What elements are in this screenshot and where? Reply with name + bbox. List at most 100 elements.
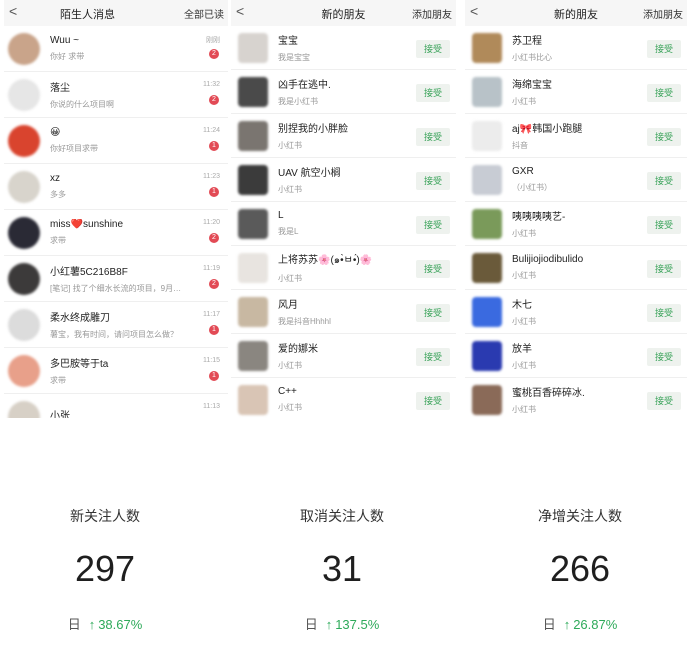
- avatar: [238, 296, 268, 327]
- unread-badge: 2: [209, 233, 219, 243]
- mark-all-read-button[interactable]: 全部已读: [184, 6, 224, 21]
- add-friend-button[interactable]: 添加朋友: [412, 6, 452, 21]
- accept-button[interactable]: 接受: [647, 216, 681, 234]
- message-preview: 你好项目求带: [50, 144, 98, 153]
- message-preview: 薯宝，我有时间，请问项目怎么做？: [50, 330, 178, 339]
- avatar: [238, 252, 268, 283]
- accept-button[interactable]: 接受: [416, 260, 450, 278]
- friend-request-row: aj🎀韩国小跑腿 抖音 接受: [465, 114, 687, 158]
- message-row[interactable]: miss❤️sunshine 求带 11:20 2: [4, 210, 228, 256]
- page-title: 陌生人消息: [60, 9, 115, 21]
- change-percent: 137.5%: [335, 617, 380, 632]
- stranger-messages-panel: < 陌生人消息 全部已读 Wuu ~ 你好 求带 刚刚 2 落尘 你说的什么项目啊 11:3…: [4, 0, 228, 418]
- message-text: 柔水终成雕刀薯宝，我有时间，请问项目怎么做？: [50, 309, 228, 340]
- message-time: 11:13: [203, 403, 220, 410]
- unread-badge: 1: [209, 187, 219, 197]
- sender-name: 😀: [50, 127, 61, 138]
- message-list: Wuu ~ 你好 求带 刚刚 2 落尘 你说的什么项目啊 11:32 2 😀 你好项目求带 11:2…: [4, 26, 228, 418]
- avatar: [8, 216, 40, 249]
- avatar: [238, 76, 268, 107]
- message-preview: 求带: [50, 236, 66, 245]
- message-time: 11:24: [203, 127, 220, 134]
- up-arrow-icon: ↑: [563, 617, 571, 632]
- avatar: [472, 296, 502, 327]
- add-friend-button[interactable]: 添加朋友: [643, 6, 683, 21]
- message-time: 11:32: [203, 81, 220, 88]
- accept-button[interactable]: 接受: [416, 348, 450, 366]
- message-row[interactable]: 😀 你好项目求带 11:24 1: [4, 118, 228, 164]
- accept-button[interactable]: 接受: [647, 304, 681, 322]
- friend-request-row: 苏卫程 小红书比心 接受: [465, 26, 687, 70]
- message-row[interactable]: xz 多多 11:23 1: [4, 164, 228, 210]
- stat-value: 31: [321, 548, 363, 589]
- avatar: [472, 164, 502, 195]
- accept-button[interactable]: 接受: [416, 172, 450, 190]
- sender-name: 柔水终成雕刀: [50, 313, 110, 324]
- message-time: 刚刚: [206, 37, 220, 44]
- accept-button[interactable]: 接受: [416, 128, 450, 146]
- friend-request-row: 木七 小红书 接受: [465, 290, 687, 334]
- avatar: [472, 340, 502, 371]
- avatar: [238, 340, 268, 371]
- period-label: 日: [67, 617, 81, 632]
- new-friends-header: < 新的朋友 添加朋友: [465, 0, 687, 26]
- avatar: [238, 32, 268, 63]
- accept-button[interactable]: 接受: [647, 40, 681, 58]
- change-percent: 26.87%: [573, 617, 618, 632]
- avatar: [8, 354, 40, 387]
- unread-badge: 2: [209, 95, 219, 105]
- accept-button[interactable]: 接受: [647, 348, 681, 366]
- accept-button[interactable]: 接受: [416, 392, 450, 410]
- message-text: 小红薯5C216B8F [笔记] 找了个细水长流的项目，9月…: [50, 263, 228, 294]
- message-row[interactable]: Wuu ~ 你好 求带 刚刚 2: [4, 26, 228, 72]
- friend-request-row: 海绵宝宝 小红书 接受: [465, 70, 687, 114]
- back-icon[interactable]: <: [9, 3, 17, 19]
- accept-button[interactable]: 接受: [416, 40, 450, 58]
- avatar: [8, 78, 40, 111]
- avatar: [8, 262, 40, 295]
- message-preview: 你说的什么项目啊: [50, 100, 114, 109]
- accept-button[interactable]: 接受: [647, 392, 681, 410]
- accept-button[interactable]: 接受: [416, 304, 450, 322]
- friend-request-row: L 我是L 接受: [231, 202, 456, 246]
- accept-button[interactable]: 接受: [647, 260, 681, 278]
- message-time: 11:17: [203, 311, 220, 318]
- period-label: 日: [304, 617, 318, 632]
- sender-name: 小红薯5C216B8F: [50, 267, 128, 278]
- message-text: 😀 你好项目求带: [50, 127, 228, 154]
- avatar: [8, 124, 40, 157]
- friend-request-row: 蜜桃百香碎碎冰. 小红书 接受: [465, 378, 687, 418]
- message-preview: [笔记] 找了个细水长流的项目，9月…: [50, 284, 182, 293]
- friend-request-row: 风月 我是抖音Hhhhl 接受: [231, 290, 456, 334]
- stat-value: 297: [74, 548, 136, 589]
- message-text: 落尘你说的什么项目啊: [50, 79, 228, 110]
- message-row[interactable]: 多巴胺等于ta 求带 11:15 1: [4, 348, 228, 394]
- friend-request-row: Bulijiojiodibulido 小红书 接受: [465, 246, 687, 290]
- accept-button[interactable]: 接受: [647, 172, 681, 190]
- friend-request-row: 别捏我的小胖脸 小红书 接受: [231, 114, 456, 158]
- message-text: Wuu ~ 你好 求带: [50, 35, 228, 62]
- friend-request-row: 凶手在逃中. 我是小红书 接受: [231, 70, 456, 114]
- friend-request-row: 爱的娜米 小红书 接受: [231, 334, 456, 378]
- stat-change: 日 ↑ 137.5%: [242, 615, 442, 635]
- up-arrow-icon: ↑: [88, 617, 96, 632]
- friend-request-row: 上将苏苏🌸(๑•̀ㅂ•́)🌸 小红书 接受: [231, 246, 456, 290]
- message-row[interactable]: 柔水终成雕刀 薯宝，我有时间，请问项目怎么做？ 11:17 1: [4, 302, 228, 348]
- accept-button[interactable]: 接受: [416, 216, 450, 234]
- sender-name: 落尘: [50, 83, 70, 94]
- sender-name: 多巴胺等于ta: [50, 359, 109, 370]
- stat-label: 新关注人数: [70, 508, 140, 524]
- friend-request-row: 宝宝 我是宝宝 接受: [231, 26, 456, 70]
- message-preview: 求带: [50, 376, 66, 385]
- message-row[interactable]: 小红薯5C216B8F [笔记] 找了个细水长流的项目，9月… 11:19 2: [4, 256, 228, 302]
- message-time: 11:19: [203, 265, 220, 272]
- message-row[interactable]: 小张 11:13: [4, 394, 228, 418]
- avatar: [472, 384, 502, 415]
- accept-button[interactable]: 接受: [647, 128, 681, 146]
- accept-button[interactable]: 接受: [416, 84, 450, 102]
- avatar: [8, 32, 40, 65]
- accept-button[interactable]: 接受: [647, 84, 681, 102]
- message-text: xz 多多: [50, 173, 228, 200]
- unread-badge: 1: [209, 325, 219, 335]
- message-row[interactable]: 落尘 你说的什么项目啊 11:32 2: [4, 72, 228, 118]
